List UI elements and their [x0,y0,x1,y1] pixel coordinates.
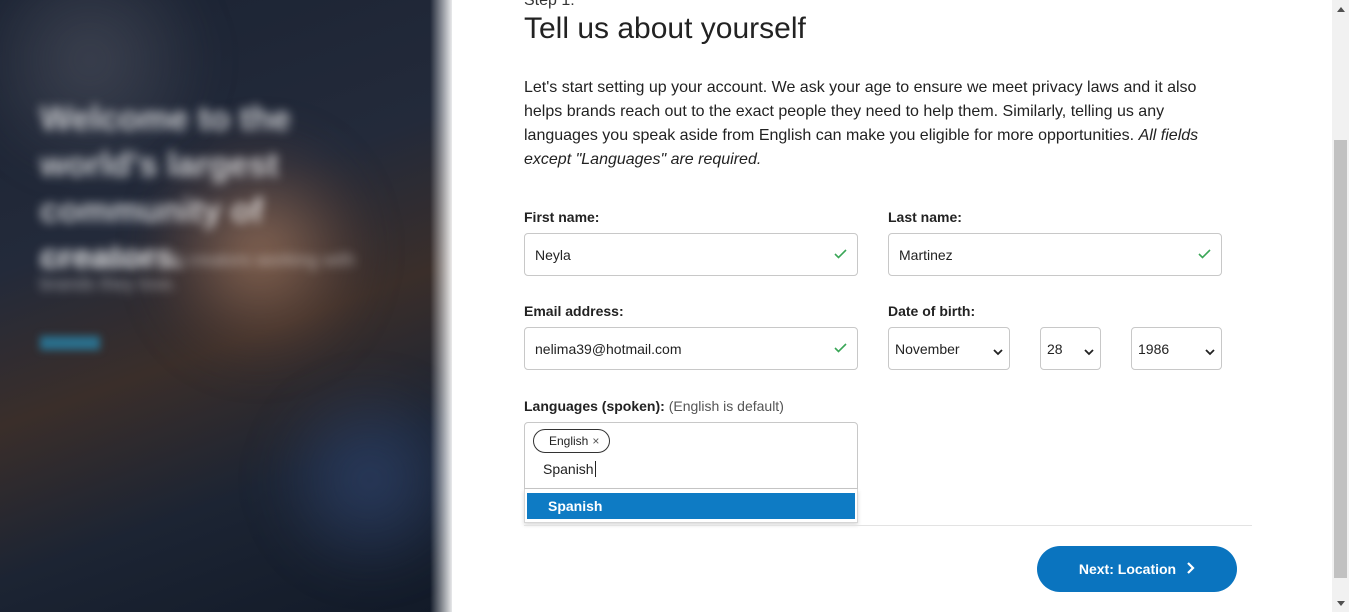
dob-day-select[interactable]: 28 [1040,327,1101,370]
last-name-label: Last name: [888,209,962,225]
next-location-button[interactable]: Next: Location [1037,546,1237,592]
last-name-value: Martinez [899,246,953,263]
first-name-label: First name: [524,209,600,225]
hero-blur-shape [260,380,452,580]
hero-body: Join thousands of creators working with … [40,250,356,294]
check-icon [834,340,847,357]
last-name-field[interactable]: Martinez [888,233,1222,276]
intro-body: Let's start setting up your account. We … [524,79,1197,144]
page-scrollbar[interactable] [1332,0,1349,612]
chevron-right-icon [1186,561,1195,578]
languages-label-text: Languages (spoken): [524,398,665,414]
hero-link [40,336,100,350]
dob-label: Date of birth: [888,303,976,319]
languages-input-value: Spanish [543,461,594,477]
chevron-down-icon [1084,344,1094,355]
check-icon [834,246,847,263]
language-chip-english: English × [533,429,611,453]
email-label: Email address: [524,303,624,319]
check-icon [1198,246,1211,263]
form-divider [524,525,1252,526]
suggestion-spanish[interactable]: Spanish [527,493,855,519]
chevron-down-icon [993,344,1003,355]
hero-image-panel: Welcome to the world's largest community… [0,0,452,612]
language-chip-label: English [549,434,589,448]
languages-hint: (English is default) [668,398,784,414]
page-title: Tell us about yourself [524,12,806,45]
email-field[interactable]: nelima39@hotmail.com [524,327,858,370]
languages-suggestions: Spanish [524,489,858,523]
email-value: nelima39@hotmail.com [535,340,682,357]
languages-multiselect[interactable]: English × Spanish [524,422,858,489]
first-name-field[interactable]: Neyla [524,233,858,276]
dob-day-value: 28 [1047,340,1063,357]
step-label: Step 1: [524,0,575,9]
text-caret [594,461,596,477]
languages-label: Languages (spoken): (English is default) [524,398,784,414]
intro-text: Let's start setting up your account. We … [524,76,1224,172]
dob-year-value: 1986 [1138,340,1170,357]
close-icon[interactable]: × [592,434,599,448]
scroll-up-arrow-icon[interactable] [1332,0,1349,17]
dob-month-value: November [895,340,960,357]
next-button-label: Next: Location [1078,561,1177,577]
scroll-down-arrow-icon[interactable] [1332,595,1349,612]
chevron-down-icon [1205,344,1215,355]
hero-fade-edge [430,0,452,612]
languages-search-input[interactable]: Spanish [543,461,596,477]
dob-year-select[interactable]: 1986 [1131,327,1222,370]
scrollbar-thumb[interactable] [1334,140,1347,578]
dob-month-select[interactable]: November [888,327,1010,370]
first-name-value: Neyla [535,246,571,263]
